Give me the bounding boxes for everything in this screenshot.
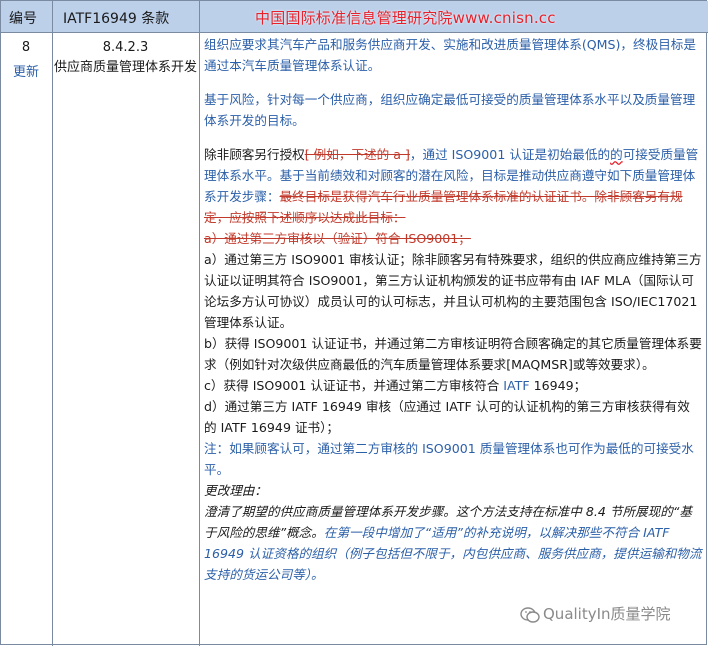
content-cell: 组织应要求其汽车产品和服务供应商开发、实施和改进质量管理体系(QMS)，终极目标…	[204, 34, 702, 585]
site-watermark: 中国国际标准信息管理研究院www.cnisn.cc	[255, 9, 556, 27]
paragraph-1: 组织应要求其汽车产品和服务供应商开发、实施和改进质量管理体系(QMS)，终极目标…	[204, 37, 696, 73]
item-d: d）通过第三方 IATF 16949 审核（应通过 IATF 认可的认证机构的第…	[204, 399, 690, 435]
reason-label: 更改理由：	[204, 483, 267, 498]
clause-title: 供应商质量管理体系开发	[53, 60, 197, 75]
paragraph-3: 除非顾客另行授权[ 例如，下述的 a ]，通过 ISO9001 认证是初始最低的…	[204, 147, 699, 225]
table-header: 编号 IATF16949 条款 中国国际标准信息管理研究院www.cnisn.c…	[1, 1, 708, 33]
note: 注：如果顾客认可，通过第二方审核的 ISO9001 质量管理体系也可作为最低的可…	[204, 441, 694, 477]
header-clause: IATF16949 条款	[63, 11, 170, 27]
wechat-watermark: QualityIn质量学院	[517, 603, 674, 624]
clause-cell: 8.4.2.3 供应商质量管理体系开发	[53, 34, 198, 78]
column-divider	[199, 1, 200, 646]
clause-table: 编号 IATF16949 条款 中国国际标准信息管理研究院www.cnisn.c…	[0, 0, 708, 646]
wechat-icon	[520, 607, 540, 623]
status-label: 更新	[12, 65, 39, 80]
clause-number: 8.4.2.3	[102, 40, 149, 55]
number-cell: 8 更新	[1, 34, 51, 80]
paragraph-4-deleted: a）通过第三方审核以（验证）符合 ISO9001；	[204, 231, 471, 246]
paragraph-2: 基于风险，针对每一个供应商，组织应确定最低可接受的质量管理体系水平以及质量管理体…	[204, 92, 696, 128]
item-b: b）获得 ISO9001 认证证书，并通过第二方审核证明符合顾客确定的其它质量管…	[204, 336, 702, 372]
item-c: c）获得 ISO9001 认证证书，并通过第二方审核符合 IATF 16949；	[204, 378, 587, 393]
item-a: a）通过第三方 ISO9001 审核认证；除非顾客另有特殊要求，组织的供应商应维…	[204, 252, 702, 330]
row-number: 8	[21, 40, 31, 55]
reason-text: 澄清了期望的供应商质量管理体系开发步骤。这个方法支持在标准中 8.4 节所展现的…	[204, 504, 702, 582]
column-divider	[52, 1, 53, 646]
header-number: 编号	[9, 11, 37, 27]
